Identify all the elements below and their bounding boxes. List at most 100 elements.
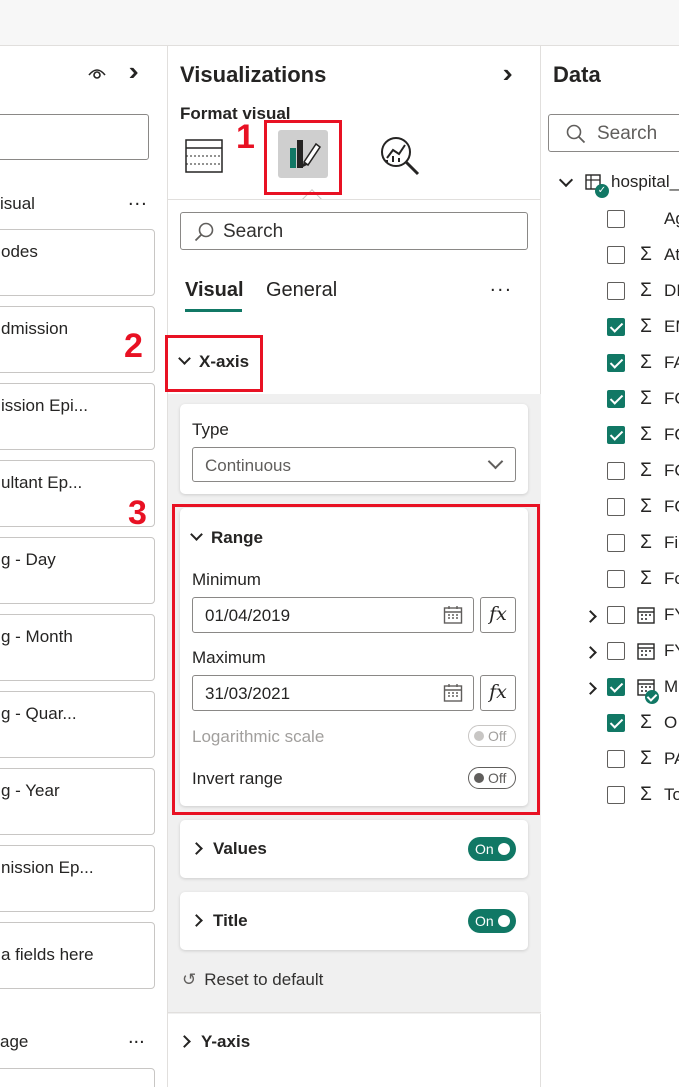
- field-checkbox[interactable]: [607, 786, 625, 804]
- filter-card[interactable]: g - Quar...: [0, 691, 155, 758]
- chevron-right-icon[interactable]: [584, 646, 597, 659]
- field-row[interactable]: Σ At: [541, 242, 679, 278]
- field-checkbox[interactable]: [607, 390, 625, 408]
- chevron-right-icon[interactable]: [584, 682, 597, 695]
- yaxis-section-header[interactable]: Y-axis: [178, 1032, 250, 1052]
- tab-general[interactable]: General: [266, 279, 337, 302]
- field-checkbox[interactable]: [607, 354, 625, 372]
- field-row[interactable]: FY: [541, 638, 679, 674]
- filter-card[interactable]: ission Epi...: [0, 383, 155, 450]
- field-checkbox[interactable]: [607, 462, 625, 480]
- field-checkbox[interactable]: [607, 246, 625, 264]
- search-icon: [566, 124, 586, 144]
- field-name: PA: [664, 749, 679, 768]
- more-options-button[interactable]: ...: [128, 1026, 145, 1049]
- filters-search-input[interactable]: [0, 114, 149, 160]
- type-dropdown-value: Continuous: [205, 456, 292, 475]
- chevron-right-icon: [178, 1035, 191, 1048]
- eye-icon[interactable]: [86, 62, 108, 84]
- title-header[interactable]: Title: [190, 911, 248, 931]
- field-row[interactable]: Σ EM: [541, 314, 679, 350]
- field-checkbox[interactable]: [607, 426, 625, 444]
- field-name: M: [664, 677, 679, 696]
- field-name: FC: [664, 461, 679, 480]
- type-dropdown[interactable]: Continuous: [192, 447, 516, 482]
- field-row[interactable]: Σ DI: [541, 278, 679, 314]
- field-checkbox[interactable]: [607, 534, 625, 552]
- field-name: FA: [664, 353, 679, 372]
- filter-card[interactable]: odes: [0, 229, 155, 296]
- field-checkbox[interactable]: [607, 642, 625, 660]
- pane-title: Data: [553, 62, 601, 87]
- sigma-icon: Σ: [640, 280, 652, 301]
- search-icon: [194, 222, 214, 242]
- values-header[interactable]: Values: [190, 839, 267, 859]
- field-row[interactable]: Σ FA: [541, 350, 679, 386]
- more-options-button[interactable]: ...: [490, 274, 513, 297]
- filter-card-label: g - Quar...: [1, 704, 77, 723]
- pane-title: Visualizations: [180, 62, 327, 87]
- values-title: Values: [213, 839, 267, 858]
- field-row[interactable]: Σ FC: [541, 458, 679, 494]
- build-visual-icon[interactable]: [184, 138, 224, 174]
- toggle-knob: [498, 915, 510, 927]
- field-name: Ag: [664, 209, 679, 228]
- chevron-down-icon: [487, 453, 504, 470]
- title-toggle[interactable]: On: [468, 909, 516, 933]
- more-options-button[interactable]: ...: [128, 188, 148, 211]
- field-row[interactable]: Ag: [541, 206, 679, 242]
- filter-card-label: odes: [1, 242, 38, 261]
- filters-on-visual-label: isual: [0, 194, 35, 213]
- field-row[interactable]: ΣO: [541, 710, 679, 746]
- field-checkbox[interactable]: [607, 498, 625, 516]
- filter-card[interactable]: g - Year: [0, 768, 155, 835]
- field-checkbox[interactable]: [607, 750, 625, 768]
- field-row[interactable]: Σ PA: [541, 746, 679, 782]
- table-name: hospital_: [611, 172, 679, 191]
- field-checkbox[interactable]: [607, 714, 625, 732]
- field-checkbox[interactable]: [607, 282, 625, 300]
- sigma-icon: Σ: [640, 712, 652, 733]
- annotation-box-format: [264, 120, 342, 195]
- analytics-icon[interactable]: [378, 134, 422, 178]
- field-checkbox[interactable]: [607, 606, 625, 624]
- filter-card[interactable]: [0, 1068, 155, 1087]
- visualizations-pane: Visualizations ›› Format visual Search V…: [124, 46, 541, 1087]
- filter-card-label: g - Year: [1, 781, 60, 800]
- field-row[interactable]: Σ Fo: [541, 566, 679, 602]
- field-checkbox[interactable]: [607, 570, 625, 588]
- field-name: O: [664, 713, 678, 732]
- data-search-input[interactable]: Search: [548, 114, 679, 152]
- field-row[interactable]: Σ FC: [541, 422, 679, 458]
- reset-to-default-button[interactable]: ↺ Reset to default: [182, 970, 323, 990]
- values-card[interactable]: Values On: [180, 820, 528, 878]
- field-row[interactable]: Σ Fin: [541, 530, 679, 566]
- field-row[interactable]: Σ FC: [541, 386, 679, 422]
- annotation-number: 1: [236, 118, 255, 156]
- filter-card[interactable]: g - Day: [0, 537, 155, 604]
- field-checkbox[interactable]: [607, 210, 625, 228]
- sigma-icon: Σ: [640, 352, 652, 373]
- title-title: Title: [213, 911, 248, 930]
- toggle-state: On: [475, 841, 494, 857]
- tab-visual[interactable]: Visual: [185, 279, 244, 302]
- chevron-down-icon: [558, 172, 574, 188]
- values-toggle[interactable]: On: [468, 837, 516, 861]
- filter-card[interactable]: g - Month: [0, 614, 155, 681]
- field-row[interactable]: Σ To: [541, 782, 679, 818]
- toggle-state: On: [475, 913, 494, 929]
- chevron-right-icon: [190, 914, 203, 927]
- filter-card[interactable]: nission Ep...: [0, 845, 155, 912]
- field-row[interactable]: Σ FC: [541, 494, 679, 530]
- title-card[interactable]: Title On: [180, 892, 528, 950]
- field-checkbox[interactable]: [607, 678, 625, 696]
- format-search-input[interactable]: Search: [180, 212, 528, 250]
- field-row[interactable]: FY: [541, 602, 679, 638]
- type-label: Type: [192, 420, 229, 439]
- field-row[interactable]: M: [541, 674, 679, 710]
- field-checkbox[interactable]: [607, 318, 625, 336]
- chevron-right-icon[interactable]: [584, 610, 597, 623]
- add-data-fields-drop-zone[interactable]: a fields here: [0, 922, 155, 989]
- sigma-icon: Σ: [640, 748, 652, 769]
- divider: [168, 199, 541, 200]
